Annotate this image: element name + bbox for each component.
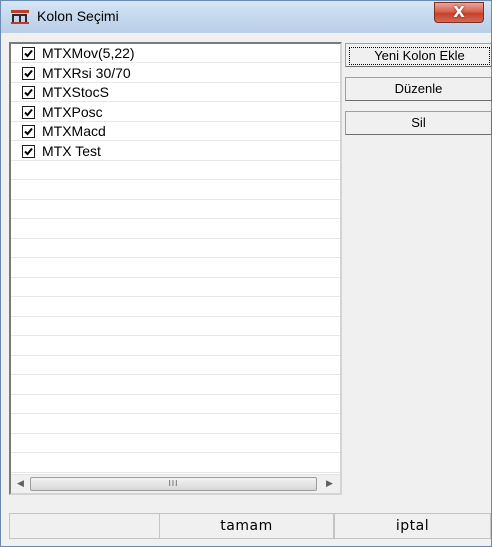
window-title: Kolon Seçimi <box>37 8 119 24</box>
list-item-label: MTXMacd <box>42 123 106 139</box>
close-button[interactable]: X <box>434 2 484 23</box>
list-empty-row <box>11 181 340 200</box>
list-empty-row <box>11 434 340 453</box>
close-icon: X <box>453 3 465 21</box>
list-empty-row <box>11 395 340 414</box>
list-empty-row <box>11 415 340 434</box>
dialog-window: Kolon Seçimi X MTXMov(5,22) MTXRsi 30/70 M… <box>0 0 492 547</box>
checkbox[interactable] <box>22 67 35 80</box>
list-empty-row <box>11 337 340 356</box>
checkbox[interactable] <box>22 145 35 158</box>
add-column-button[interactable]: Yeni Kolon Ekle <box>345 43 492 67</box>
horizontal-scrollbar[interactable]: ◀ III ▶ <box>11 474 340 493</box>
list-item[interactable]: MTXRsi 30/70 <box>11 64 340 83</box>
list-item[interactable]: MTX Test <box>11 142 340 161</box>
list-empty-row <box>11 298 340 317</box>
column-list-rows: MTXMov(5,22) MTXRsi 30/70 MTXStocS MTXPosc M… <box>11 44 340 474</box>
list-empty-row <box>11 356 340 375</box>
scroll-right-icon[interactable]: ▶ <box>321 475 338 493</box>
list-item[interactable]: MTXMacd <box>11 122 340 141</box>
list-item-label: MTXMov(5,22) <box>42 45 135 61</box>
app-m-icon <box>11 10 29 24</box>
list-empty-row <box>11 161 340 180</box>
list-item-label: MTXPosc <box>42 104 103 120</box>
list-empty-row <box>11 200 340 219</box>
checkbox[interactable] <box>22 47 35 60</box>
ok-button[interactable]: tamam <box>159 513 334 539</box>
list-item[interactable]: MTXPosc <box>11 103 340 122</box>
list-empty-row <box>11 239 340 258</box>
edit-button[interactable]: Düzenle <box>345 77 492 101</box>
scroll-grip-icon: III <box>168 479 179 488</box>
list-empty-row <box>11 220 340 239</box>
list-empty-row <box>11 259 340 278</box>
delete-button[interactable]: Sil <box>345 111 492 135</box>
footer-spacer <box>9 513 159 539</box>
title-bar[interactable]: Kolon Seçimi X <box>1 1 491 33</box>
list-empty-row <box>11 454 340 473</box>
scroll-thumb[interactable]: III <box>30 477 317 491</box>
cancel-button[interactable]: iptal <box>334 513 491 539</box>
list-item-label: MTX Test <box>42 143 101 159</box>
list-item-label: MTXRsi 30/70 <box>42 65 131 81</box>
scroll-left-icon[interactable]: ◀ <box>12 475 29 493</box>
checkbox[interactable] <box>22 106 35 119</box>
list-empty-row <box>11 278 340 297</box>
checkbox[interactable] <box>22 125 35 138</box>
list-item[interactable]: MTXStocS <box>11 83 340 102</box>
list-item-label: MTXStocS <box>42 84 109 100</box>
list-empty-row <box>11 376 340 395</box>
list-item[interactable]: MTXMov(5,22) <box>11 44 340 63</box>
add-column-label: Yeni Kolon Ekle <box>349 47 490 65</box>
checkbox[interactable] <box>22 86 35 99</box>
list-empty-row <box>11 317 340 336</box>
column-list[interactable]: MTXMov(5,22) MTXRsi 30/70 MTXStocS MTXPosc M… <box>9 42 342 495</box>
